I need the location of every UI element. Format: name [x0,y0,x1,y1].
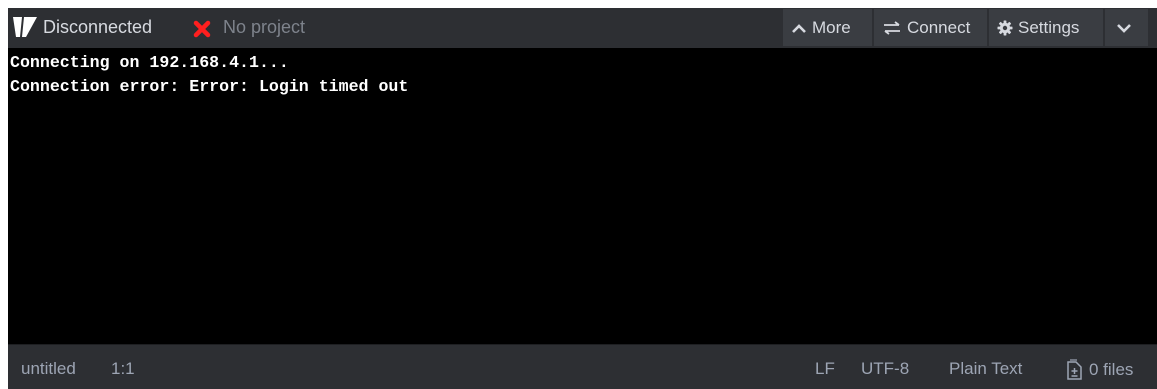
terminal-line: Connection error: Error: Login timed out [10,77,409,96]
gear-icon [997,20,1013,35]
chevron-up-icon [792,23,806,33]
git-files-status[interactable]: 0 files [1066,359,1133,381]
swap-arrows-icon [884,20,900,35]
pymakr-panel: Disconnected No project More Connect Set… [8,8,1157,389]
grammar-selector[interactable]: Plain Text [949,359,1022,379]
settings-label: Settings [1018,17,1080,37]
status-bar: untitled 1:1 LF UTF-8 Plain Text 0 files [8,344,1157,389]
terminal-line: Connecting on 192.168.4.1... [10,53,289,72]
connection-status: Disconnected [43,17,153,37]
more-label: More [812,17,851,37]
more-button[interactable]: More [783,9,872,46]
cursor-position[interactable]: 1:1 [111,359,135,379]
line-ending-selector[interactable]: LF [815,359,835,379]
chevron-down-icon [1117,23,1131,33]
encoding-selector[interactable]: UTF-8 [861,359,909,379]
file-name[interactable]: untitled [21,359,76,379]
project-name: No project [223,17,306,37]
connect-button[interactable]: Connect [874,9,987,46]
close-x-icon [193,20,211,38]
files-count: 0 files [1089,360,1134,379]
top-toolbar: Disconnected No project More Connect Set… [8,8,1157,48]
terminal-output[interactable]: Connecting on 192.168.4.1... Connection … [8,48,1157,344]
connect-label: Connect [907,17,971,37]
file-diff-icon [1067,359,1082,380]
settings-button[interactable]: Settings [989,9,1103,46]
pymakr-logo-icon [13,17,37,37]
collapse-button[interactable] [1105,9,1148,46]
